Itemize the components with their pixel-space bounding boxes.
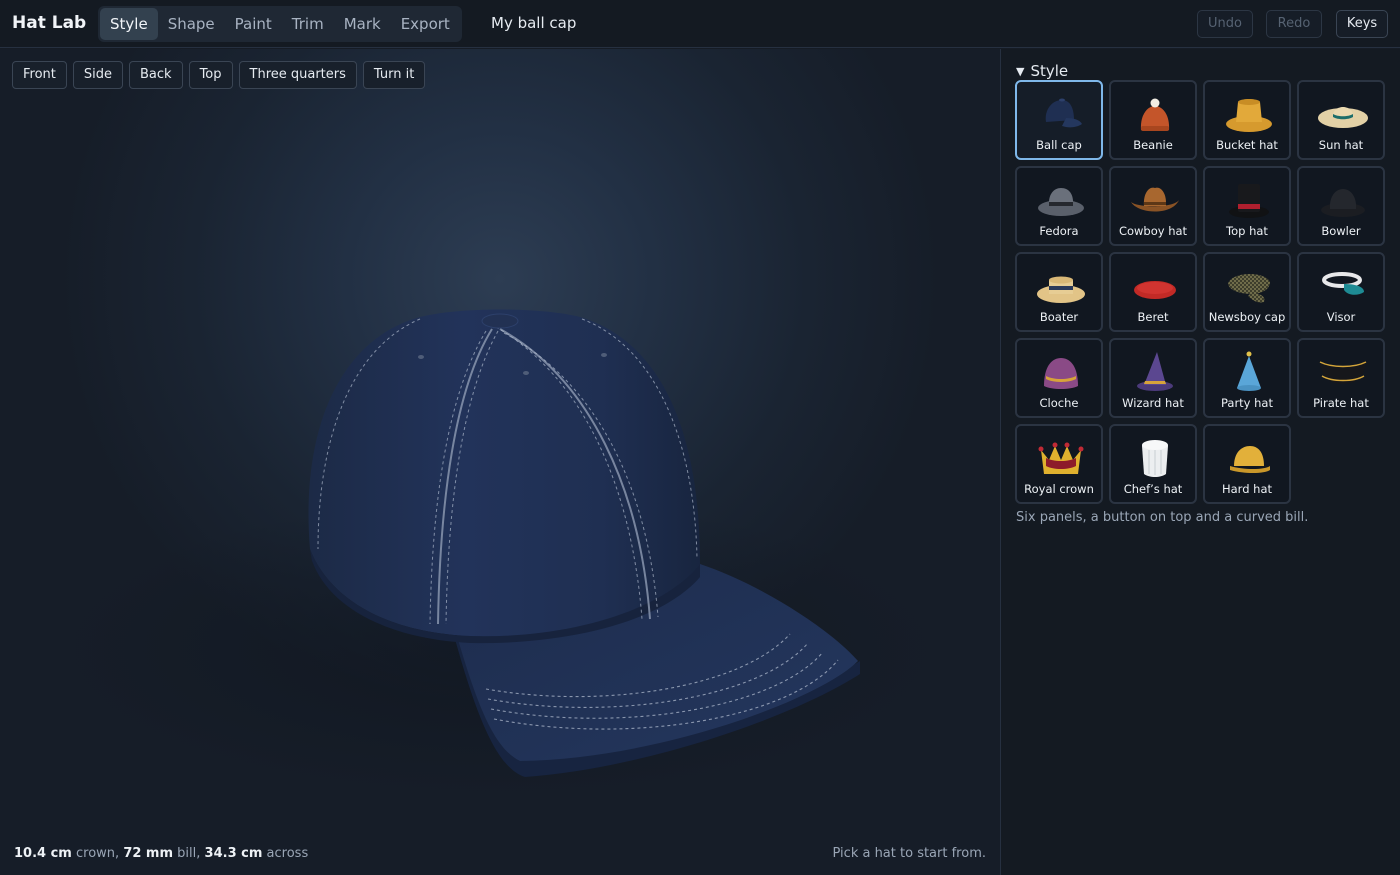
- tile-label: Royal crown: [1024, 482, 1094, 496]
- hat-tile-fedora[interactable]: Fedora: [1015, 166, 1103, 246]
- fedora-icon: [1038, 188, 1084, 216]
- crown-value: 10.4 cm: [14, 846, 72, 861]
- measurements-readout: 10.4 cm crown, 72 mm bill, 34.3 cm acros…: [14, 846, 308, 861]
- style-section-header[interactable]: ▼ Style: [1016, 62, 1068, 80]
- tile-label: Ball cap: [1036, 138, 1082, 152]
- boater-icon: [1037, 276, 1085, 303]
- tile-label: Top hat: [1226, 224, 1268, 238]
- tile-label: Beanie: [1133, 138, 1173, 152]
- collapse-triangle-icon: ▼: [1016, 64, 1025, 78]
- undo-button[interactable]: Undo: [1197, 10, 1253, 38]
- view-back-button[interactable]: Back: [129, 61, 183, 89]
- bill-value: 72 mm: [123, 846, 174, 861]
- hat-tile-wizard-hat[interactable]: Wizard hat: [1109, 338, 1197, 418]
- tile-label: Hard hat: [1221, 482, 1273, 496]
- tile-label: Boater: [1039, 310, 1079, 324]
- view-side-button[interactable]: Side: [72, 61, 124, 89]
- hat-tile-beret[interactable]: Beret: [1109, 252, 1197, 332]
- hat-tile-top-hat[interactable]: Top hat: [1203, 166, 1291, 246]
- hat-tile-boater[interactable]: Boater: [1015, 252, 1103, 332]
- hat-tile-newsboy-cap[interactable]: Newsboy cap: [1203, 252, 1291, 332]
- app-title: Hat Lab: [12, 13, 87, 33]
- bill-label: bill,: [177, 846, 201, 861]
- across-value: 34.3 cm: [204, 846, 263, 861]
- cowboy-hat-icon: [1131, 187, 1179, 212]
- hat-tile-visor[interactable]: Visor: [1297, 252, 1385, 332]
- hint-text: Pick a hat to start from.: [832, 846, 987, 861]
- tile-label: Bucket hat: [1216, 138, 1278, 152]
- document-name[interactable]: My ball cap: [491, 14, 576, 32]
- tile-label: Bowler: [1321, 224, 1361, 238]
- tab-style[interactable]: Style: [100, 8, 158, 40]
- top-bar: Hat Lab Style Shape Paint Trim Mark Expo…: [0, 0, 1400, 48]
- tile-label: Pirate hat: [1313, 396, 1369, 410]
- view-buttons: Front Side Back Top Three quarters Turn …: [12, 61, 426, 89]
- hat-tile-cowboy-hat[interactable]: Cowboy hat: [1109, 166, 1197, 246]
- hat-viewport[interactable]: Front Side Back Top Three quarters Turn …: [0, 49, 1000, 875]
- sun-hat-icon: [1318, 107, 1368, 128]
- tile-label: Chef’s hat: [1123, 482, 1183, 496]
- wizard-hat-icon: [1137, 352, 1173, 391]
- bowler-icon: [1321, 189, 1365, 217]
- ball-cap-model[interactable]: [0, 49, 1000, 875]
- mode-tabs: Style Shape Paint Trim Mark Export: [98, 6, 462, 42]
- newsboy-cap-icon: [1228, 273, 1270, 303]
- party-hat-icon: [1237, 351, 1261, 391]
- hat-tile-chefs-hat[interactable]: Chef’s hat: [1109, 424, 1197, 504]
- hat-tile-royal-crown[interactable]: Royal crown: [1015, 424, 1103, 504]
- visor-icon: [1322, 272, 1364, 295]
- tile-label: Cloche: [1039, 396, 1079, 410]
- royal-crown-icon: [1038, 442, 1084, 474]
- view-front-button[interactable]: Front: [12, 61, 67, 89]
- hat-tile-pirate-hat[interactable]: Pirate hat: [1297, 338, 1385, 418]
- across-label: across: [266, 846, 309, 861]
- hat-tile-bucket-hat[interactable]: Bucket hat: [1203, 80, 1291, 160]
- ball-cap-icon: [1045, 98, 1082, 128]
- redo-button[interactable]: Redo: [1266, 10, 1322, 38]
- hard-hat-icon: [1230, 446, 1270, 473]
- beret-icon: [1134, 281, 1176, 299]
- beanie-icon: [1140, 98, 1170, 131]
- tile-label: Cowboy hat: [1118, 224, 1188, 238]
- view-top-button[interactable]: Top: [188, 61, 233, 89]
- cloche-icon: [1044, 358, 1078, 389]
- view-three-quarters-button[interactable]: Three quarters: [238, 61, 357, 89]
- style-panel: ▼ Style Ball cap Beanie Bucket hat Sun h…: [1001, 49, 1400, 875]
- bucket-hat-icon: [1226, 99, 1272, 132]
- tab-paint[interactable]: Paint: [225, 8, 282, 40]
- keys-button[interactable]: Keys: [1336, 10, 1388, 38]
- pirate-hat-icon: [1319, 361, 1367, 384]
- hat-style-grid: Ball cap Beanie Bucket hat Sun hat Fedor…: [1015, 80, 1385, 504]
- hat-tile-cloche[interactable]: Cloche: [1015, 338, 1103, 418]
- tile-label: Newsboy cap: [1208, 310, 1286, 324]
- hat-tile-sun-hat[interactable]: Sun hat: [1297, 80, 1385, 160]
- tile-label: Party hat: [1220, 396, 1273, 410]
- chefs-hat-icon: [1142, 440, 1168, 477]
- tile-label: Sun hat: [1318, 138, 1364, 152]
- tab-export[interactable]: Export: [391, 8, 460, 40]
- hat-tile-beanie[interactable]: Beanie: [1109, 80, 1197, 160]
- hat-tile-party-hat[interactable]: Party hat: [1203, 338, 1291, 418]
- hat-tile-bowler[interactable]: Bowler: [1297, 166, 1385, 246]
- tile-label: Fedora: [1039, 224, 1079, 238]
- style-description: Six panels, a button on top and a curved…: [1016, 510, 1309, 525]
- crown-label: crown,: [76, 846, 120, 861]
- tile-label: Beret: [1137, 310, 1169, 324]
- top-hat-icon: [1229, 184, 1269, 218]
- tile-label: Wizard hat: [1122, 396, 1184, 410]
- turn-it-button[interactable]: Turn it: [362, 61, 426, 89]
- hat-tile-ball-cap[interactable]: Ball cap: [1015, 80, 1103, 160]
- tab-shape[interactable]: Shape: [158, 8, 225, 40]
- section-title: Style: [1030, 62, 1069, 80]
- tile-label: Visor: [1326, 310, 1356, 324]
- tab-mark[interactable]: Mark: [334, 8, 391, 40]
- tab-trim[interactable]: Trim: [282, 8, 334, 40]
- hat-tile-hard-hat[interactable]: Hard hat: [1203, 424, 1291, 504]
